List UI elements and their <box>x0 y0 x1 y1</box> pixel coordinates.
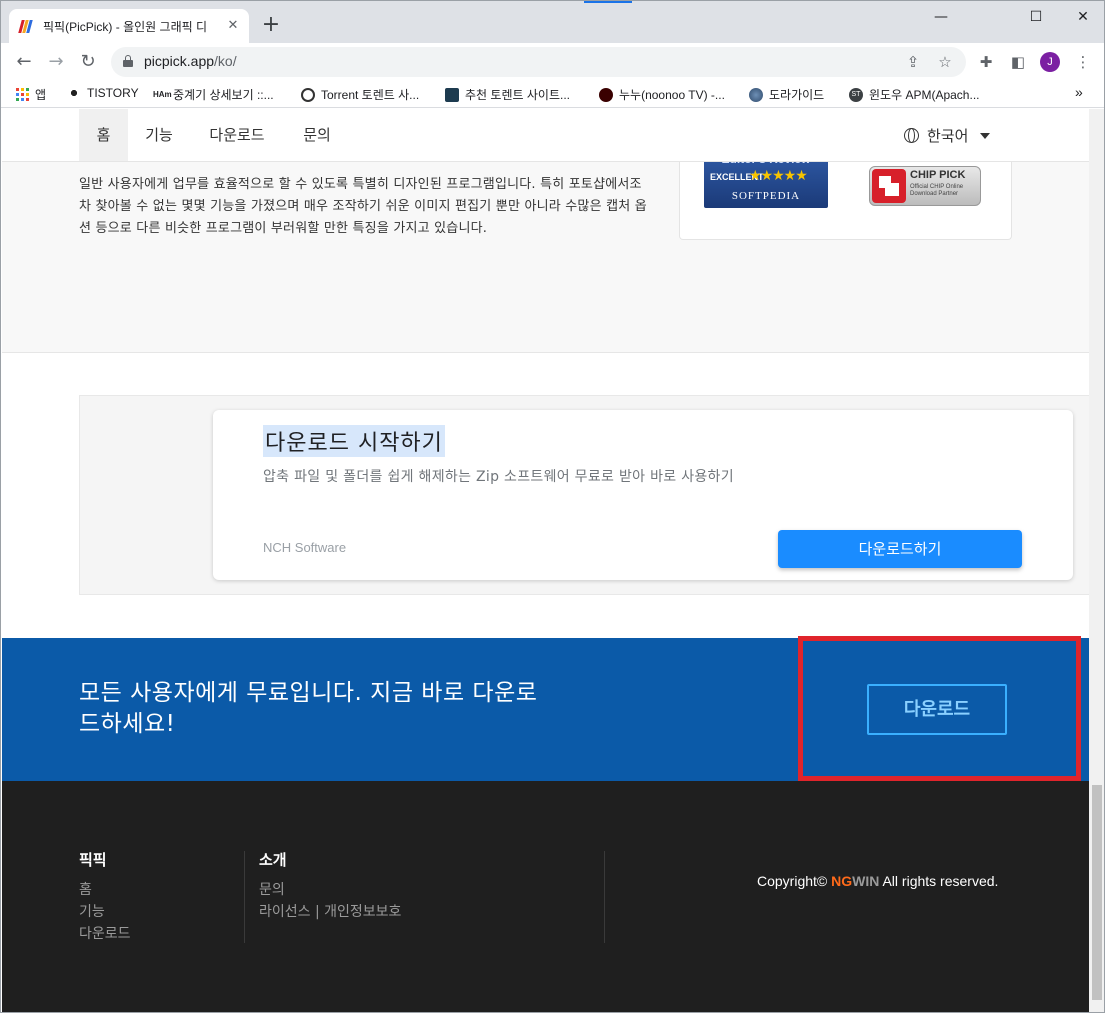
bookmarks-bar: 앱 TISTORY HAm 중계기 상세보기 ::... Torrent 토렌트… <box>1 80 1104 108</box>
bookmark-doraguide[interactable]: 도라가이드 <box>749 86 824 103</box>
chip-title: CHIP PICK <box>910 169 966 181</box>
bookmark-star-icon[interactable]: ☆ <box>935 52 955 72</box>
minimize-button[interactable]: — <box>918 5 964 29</box>
tistory-icon <box>67 86 81 100</box>
hero-section: 일반 사용자에게 업무를 효율적으로 할 수 있도록 특별히 디자인된 프로그램… <box>2 152 1089 353</box>
torrent-site-icon <box>445 87 459 102</box>
ad-brand: NCH Software <box>263 540 347 555</box>
forward-arrow-icon[interactable]: → <box>43 49 69 75</box>
footer-link-home[interactable]: 홈 <box>79 879 92 901</box>
lock-icon <box>123 55 133 67</box>
caret-down-icon <box>980 132 991 139</box>
menu-kebab-icon[interactable]: ⋮ <box>1072 51 1094 73</box>
torrent-icon <box>301 87 315 102</box>
bookmark-apm[interactable]: ST 윈도우 APM(Apach... <box>849 86 979 103</box>
bookmark-label: 윈도우 APM(Apach... <box>869 88 980 102</box>
bookmark-torrent[interactable]: Torrent 토렌트 사... <box>301 86 419 103</box>
site-navigation: 홈 기능 다운로드 문의 한국어 <box>2 109 1089 162</box>
chip-logo-icon <box>872 169 906 203</box>
ad-download-button[interactable]: 다운로드하기 <box>778 530 1022 568</box>
ham-icon: HAm <box>153 89 172 99</box>
share-icon[interactable]: ⇪ <box>903 52 923 72</box>
bookmark-label: Torrent 토렌트 사... <box>321 88 420 102</box>
language-label: 한국어 <box>927 127 969 145</box>
cta-banner: 모든 사용자에게 무료입니다. 지금 바로 다운로드하세요! 다운로드 <box>2 636 1089 781</box>
product-description: 일반 사용자에게 업무를 효율적으로 할 수 있도록 특별히 디자인된 프로그램… <box>79 177 647 236</box>
language-selector[interactable]: 한국어 <box>904 125 991 146</box>
bookmark-torrent-site[interactable]: 추천 토렌트 사이트... <box>445 86 570 103</box>
ad-section: 다운로드 시작하기 압축 파일 및 폴더를 쉽게 해제하는 Zip 소프트웨어 … <box>2 353 1089 638</box>
footer-link-contact[interactable]: 문의 <box>259 879 285 901</box>
bookmark-label: TISTORY <box>87 86 139 100</box>
bookmark-apps[interactable]: 앱 <box>16 86 46 103</box>
browser-tab[interactable]: 픽픽(PicPick) - 올인원 그래픽 디 ✕ <box>9 9 249 43</box>
noonoo-icon <box>599 87 613 102</box>
bookmark-label: 누누(noonoo TV) -... <box>619 88 725 102</box>
footer-link-download[interactable]: 다운로드 <box>79 923 131 945</box>
nav-contact[interactable]: 문의 <box>292 109 342 161</box>
bookmark-label: 중계기 상세보기 ::... <box>173 88 274 102</box>
st-icon: ST <box>849 87 863 102</box>
picpick-favicon-icon <box>18 18 35 34</box>
site-footer: 픽픽 홈 기능 다운로드 소개 문의 라이선스 | 개인정보보호 Copyrig… <box>2 781 1089 1012</box>
ngwin-logo-ng: NG <box>831 873 853 889</box>
cta-text: 모든 사용자에게 무료입니다. 지금 바로 다운로드하세요! <box>79 680 538 737</box>
highlight-annotation-box <box>798 636 1081 781</box>
softpedia-logo-text: SOFTPEDIA <box>731 190 801 202</box>
tab-strip: 픽픽(PicPick) - 올인원 그래픽 디 ✕ + — ☐ ✕ <box>1 1 1104 43</box>
nav-download[interactable]: 다운로드 <box>197 109 277 161</box>
footer-divider <box>604 851 605 943</box>
bookmark-label: 도라가이드 <box>769 88 825 102</box>
close-window-button[interactable]: ✕ <box>1060 5 1104 29</box>
page-scrollbar[interactable] <box>1089 109 1104 1012</box>
profile-avatar[interactable]: J <box>1040 52 1060 72</box>
bookmark-tistory[interactable]: TISTORY <box>67 86 139 100</box>
scrollbar-thumb[interactable] <box>1092 785 1102 1000</box>
reload-icon[interactable]: ↻ <box>75 49 101 75</box>
web-page: 홈 기능 다운로드 문의 한국어 일반 사용자에게 업무를 효율적으로 할 수 … <box>2 109 1089 1012</box>
nav-home[interactable]: 홈 <box>79 109 128 161</box>
extensions-puzzle-icon[interactable]: ✚ <box>975 51 997 73</box>
chip-pick-award-badge: CHIP PICK Official CHIP Online Download P… <box>869 166 981 206</box>
maximize-button[interactable]: ☐ <box>1013 5 1059 29</box>
footer-col1-title: 픽픽 <box>79 851 107 869</box>
back-arrow-icon[interactable]: ← <box>11 49 37 75</box>
browser-window: 픽픽(PicPick) - 올인원 그래픽 디 ✕ + — ☐ ✕ ← → ↻ … <box>0 0 1105 1013</box>
new-tab-button[interactable]: + <box>259 13 283 37</box>
url-text[interactable]: picpick.app/ko/ <box>144 53 237 69</box>
nav-features[interactable]: 기능 <box>134 109 184 161</box>
ad-title[interactable]: 다운로드 시작하기 <box>263 425 445 457</box>
browser-toolbar: ← → ↻ picpick.app/ko/ ⇪ ☆ ✚ ◧ J ⋮ <box>1 43 1104 80</box>
globe-icon <box>749 87 763 102</box>
copyright-text: Copyright© NGWIN All rights reserved. <box>757 873 999 889</box>
footer-divider <box>244 851 245 943</box>
tab-strip-accent <box>584 1 632 3</box>
apps-grid-icon <box>16 88 29 101</box>
star-rating-icon: ★★★★★ <box>749 167 808 183</box>
address-bar[interactable]: picpick.app/ko/ ⇪ ☆ <box>111 47 966 77</box>
bookmark-noonoo[interactable]: 누누(noonoo TV) -... <box>599 86 725 103</box>
bookmark-label: 앱 <box>35 88 47 102</box>
chip-subtitle: Official CHIP Online Download Partner <box>910 184 964 197</box>
footer-link-license-privacy[interactable]: 라이선스 | 개인정보보호 <box>259 901 401 923</box>
footer-link-features[interactable]: 기능 <box>79 901 105 923</box>
side-panel-icon[interactable]: ◧ <box>1007 51 1029 73</box>
bookmark-label: 추천 토렌트 사이트... <box>465 88 570 102</box>
awards-box: Editor's Review EXCELLENT ★★★★★ SOFTPEDI… <box>679 152 1012 240</box>
ad-container: 다운로드 시작하기 압축 파일 및 폴더를 쉽게 해제하는 Zip 소프트웨어 … <box>79 395 1089 595</box>
ad-card[interactable]: 다운로드 시작하기 압축 파일 및 폴더를 쉽게 해제하는 Zip 소프트웨어 … <box>213 410 1073 580</box>
footer-col2-title: 소개 <box>259 851 287 869</box>
bookmarks-overflow-button[interactable]: » <box>1075 84 1083 100</box>
bookmark-ham[interactable]: HAm 중계기 상세보기 ::... <box>153 86 274 103</box>
globe-icon <box>904 128 919 143</box>
ngwin-logo-win: WIN <box>852 873 880 889</box>
ad-subtitle: 압축 파일 및 폴더를 쉽게 해제하는 Zip 소프트웨어 무료로 받아 바로 … <box>263 469 734 485</box>
tab-close-icon[interactable]: ✕ <box>225 18 241 34</box>
tab-title: 픽픽(PicPick) - 올인원 그래픽 디 <box>43 19 208 34</box>
